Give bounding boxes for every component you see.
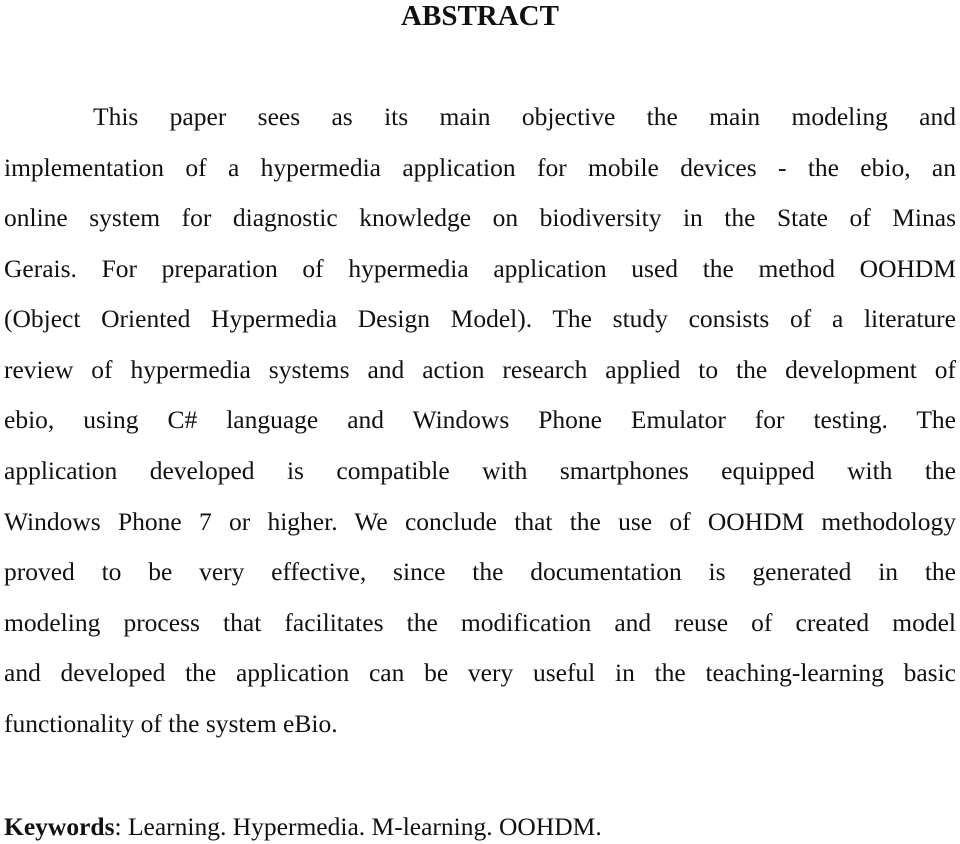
abstract-line: functionality of the system eBio. xyxy=(4,709,338,738)
abstract-line: Gerais. For preparation of hypermedia ap… xyxy=(4,254,956,283)
abstract-line: ebio, using C# language and Windows Phon… xyxy=(4,405,956,434)
abstract-line: online system for diagnostic knowledge o… xyxy=(4,203,956,232)
abstract-line: and developed the application can be ver… xyxy=(4,658,956,687)
abstract-line: review of hypermedia systems and action … xyxy=(4,355,956,384)
keywords-label: Keywords xyxy=(4,812,115,841)
abstract-line: implementation of a hypermedia applicati… xyxy=(4,153,956,182)
abstract-line: This paper sees as its main objective th… xyxy=(93,102,956,131)
abstract-line: application developed is compatible with… xyxy=(4,456,956,485)
abstract-line: Windows Phone 7 or higher. We conclude t… xyxy=(4,507,956,536)
abstract-line: proved to be very effective, since the d… xyxy=(4,557,956,586)
abstract-line: (Object Oriented Hypermedia Design Model… xyxy=(4,304,956,333)
keywords-list: : Learning. Hypermedia. M-learning. OOHD… xyxy=(114,812,602,841)
abstract-heading: ABSTRACT xyxy=(401,0,559,32)
abstract-line: modeling process that facilitates the mo… xyxy=(4,608,956,637)
keywords-line: Keywords: Learning. Hypermedia. M-learni… xyxy=(4,810,602,844)
